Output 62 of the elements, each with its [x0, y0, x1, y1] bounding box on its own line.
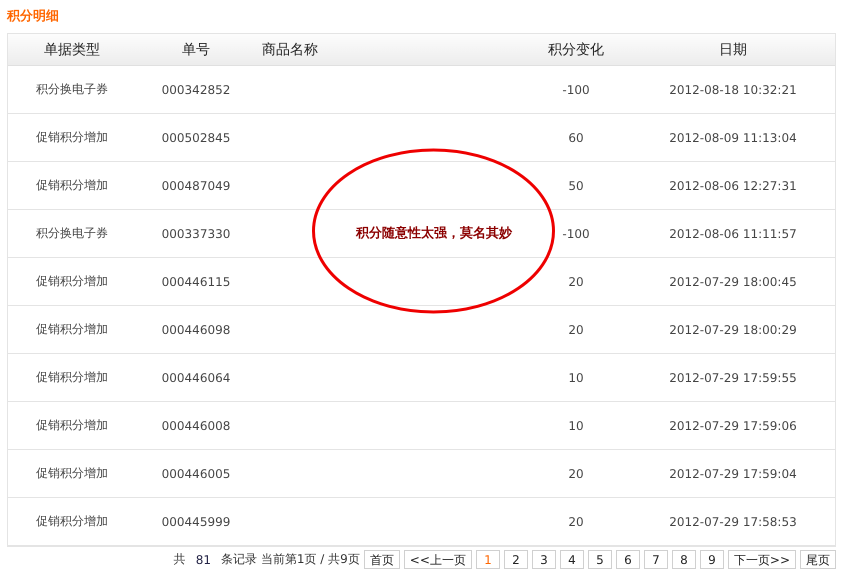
table-cell: 000342852 — [162, 82, 230, 96]
table-cell: 20 — [568, 466, 584, 480]
annotation-text: 积分随意性太强，莫名其妙 — [356, 224, 512, 242]
table-cell: 000337330 — [162, 226, 230, 240]
table-cell: 20 — [568, 274, 584, 288]
table-cell: -100 — [562, 82, 590, 96]
table-cell: 000445999 — [162, 514, 230, 528]
table-cell: 2012-08-09 11:13:04 — [669, 130, 797, 144]
table-cell: -100 — [562, 226, 590, 240]
table-cell: 促销积分增加 — [36, 130, 108, 144]
table-cell: 10 — [568, 418, 584, 432]
table-cell: 2012-07-29 18:00:45 — [669, 274, 797, 288]
column-header: 积分变化 — [548, 42, 604, 58]
table-cell: 2012-07-29 17:58:53 — [669, 514, 797, 528]
page-button[interactable]: 9 — [700, 550, 724, 569]
pager-text: 条记录 当前第1页 / 共9页 — [221, 551, 360, 568]
table-cell: 积分换电子券 — [36, 82, 108, 96]
table-cell: 促销积分增加 — [36, 370, 108, 384]
table-cell: 促销积分增加 — [36, 466, 108, 480]
column-header: 单号 — [182, 42, 210, 58]
table-cell: 积分换电子券 — [36, 226, 108, 240]
table-cell: 2012-07-29 17:59:06 — [669, 418, 797, 432]
page-button[interactable]: 首页 — [364, 550, 400, 569]
table-cell: 2012-07-29 17:59:04 — [669, 466, 797, 480]
page-button[interactable]: 下一页>> — [728, 550, 796, 569]
page-button[interactable]: 4 — [560, 550, 584, 569]
table-cell: 促销积分增加 — [36, 322, 108, 336]
table-cell: 000446098 — [162, 322, 230, 336]
table-cell: 000446115 — [162, 274, 230, 288]
page-button[interactable]: 3 — [532, 550, 556, 569]
table-cell: 000446005 — [162, 466, 230, 480]
page-button[interactable]: 尾页 — [800, 550, 836, 569]
table-cell: 000487049 — [162, 178, 230, 192]
table-cell: 000446008 — [162, 418, 230, 432]
column-header: 日期 — [719, 42, 747, 58]
table-cell: 10 — [568, 370, 584, 384]
page-button[interactable]: 5 — [588, 550, 612, 569]
table-cell: 促销积分增加 — [36, 514, 108, 528]
table-cell: 20 — [568, 322, 584, 336]
page-button[interactable]: 7 — [644, 550, 668, 569]
table-cell: 促销积分增加 — [36, 178, 108, 192]
table-cell: 2012-07-29 17:59:55 — [669, 370, 797, 384]
pager-text: 共 — [174, 551, 186, 568]
page-button[interactable]: 6 — [616, 550, 640, 569]
table-cell: 20 — [568, 514, 584, 528]
table-cell: 2012-07-29 18:00:29 — [669, 322, 797, 336]
column-header: 商品名称 — [262, 42, 318, 58]
table-cell: 000502845 — [162, 130, 230, 144]
column-header: 单据类型 — [44, 42, 100, 58]
table-cell: 促销积分增加 — [36, 274, 108, 288]
page-button[interactable]: 8 — [672, 550, 696, 569]
table-cell: 2012-08-06 12:27:31 — [669, 178, 797, 192]
table-cell: 2012-08-18 10:32:21 — [669, 82, 797, 96]
table-cell: 60 — [568, 130, 584, 144]
table-cell: 2012-08-06 11:11:57 — [669, 226, 797, 240]
section-title: 积分明细 — [7, 8, 60, 26]
table-cell: 50 — [568, 178, 584, 192]
record-count: 81 — [196, 552, 212, 566]
page-button[interactable]: <<上一页 — [404, 550, 472, 569]
table-cell: 000446064 — [162, 370, 230, 384]
table-cell: 促销积分增加 — [36, 418, 108, 432]
page-button[interactable]: 2 — [504, 550, 528, 569]
